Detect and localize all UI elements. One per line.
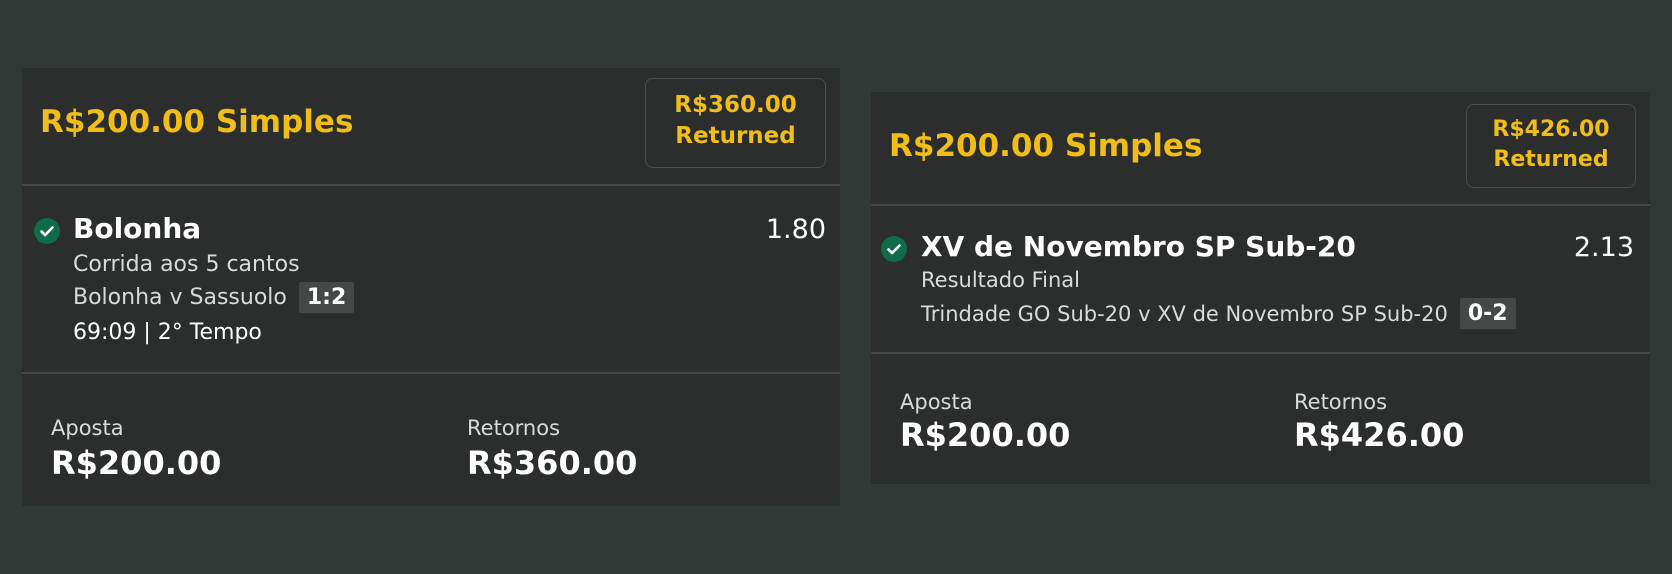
bet-title: R$200.00 Simples xyxy=(889,128,1203,164)
selection-odds: 1.80 xyxy=(765,214,826,245)
event-name: Bolonha v Sassuolo xyxy=(73,285,287,310)
score-badge: 1:2 xyxy=(298,282,355,313)
returned-button[interactable]: R$426.00 Returned xyxy=(1466,104,1636,188)
stake-label: Aposta xyxy=(900,390,973,414)
selection-row: XV de Novembro SP Sub-20 2.13 Resultado … xyxy=(871,206,1650,352)
bet-header: R$200.00 Simples R$360.00 Returned xyxy=(22,68,840,184)
divider xyxy=(871,352,1650,354)
event-name: Trindade GO Sub-20 v XV de Novembro SP S… xyxy=(921,301,1448,326)
market-name: Resultado Final xyxy=(921,268,1081,292)
returns-value: R$360.00 xyxy=(467,444,638,482)
selection-name: Bolonha xyxy=(73,212,202,245)
selection-name: XV de Novembro SP Sub-20 xyxy=(921,230,1356,263)
score-badge: 0-2 xyxy=(1459,298,1516,329)
stake-value: R$200.00 xyxy=(900,416,1071,454)
market-name: Corrida aos 5 cantos xyxy=(73,252,300,277)
bet-title: R$200.00 Simples xyxy=(40,104,354,140)
divider xyxy=(22,372,840,374)
event-line: Trindade GO Sub-20 v XV de Novembro SP S… xyxy=(921,298,1516,329)
bet-card: R$200.00 Simples R$426.00 Returned XV de… xyxy=(871,92,1650,484)
event-line: Bolonha v Sassuolo 1:2 xyxy=(73,282,355,313)
selection-odds: 2.13 xyxy=(1573,232,1634,263)
returns-label: Retornos xyxy=(1294,390,1388,414)
returns-label: Retornos xyxy=(467,416,561,440)
check-circle-icon xyxy=(881,236,907,262)
returned-label: Returned xyxy=(675,123,796,149)
returned-button[interactable]: R$360.00 Returned xyxy=(645,78,826,168)
selection-row: Bolonha 1.80 Corrida aos 5 cantos Bolonh… xyxy=(22,186,840,372)
returns-value: R$426.00 xyxy=(1294,416,1465,454)
stake-value: R$200.00 xyxy=(51,444,222,482)
returned-amount: R$426.00 xyxy=(1492,117,1610,142)
bet-card: R$200.00 Simples R$360.00 Returned Bolon… xyxy=(22,68,840,506)
bet-header: R$200.00 Simples R$426.00 Returned xyxy=(871,92,1650,204)
match-timer: 69:09 | 2° Tempo xyxy=(73,320,262,345)
check-circle-icon xyxy=(34,218,60,244)
returned-label: Returned xyxy=(1493,147,1609,172)
returned-amount: R$360.00 xyxy=(674,92,797,118)
stake-label: Aposta xyxy=(51,416,124,440)
